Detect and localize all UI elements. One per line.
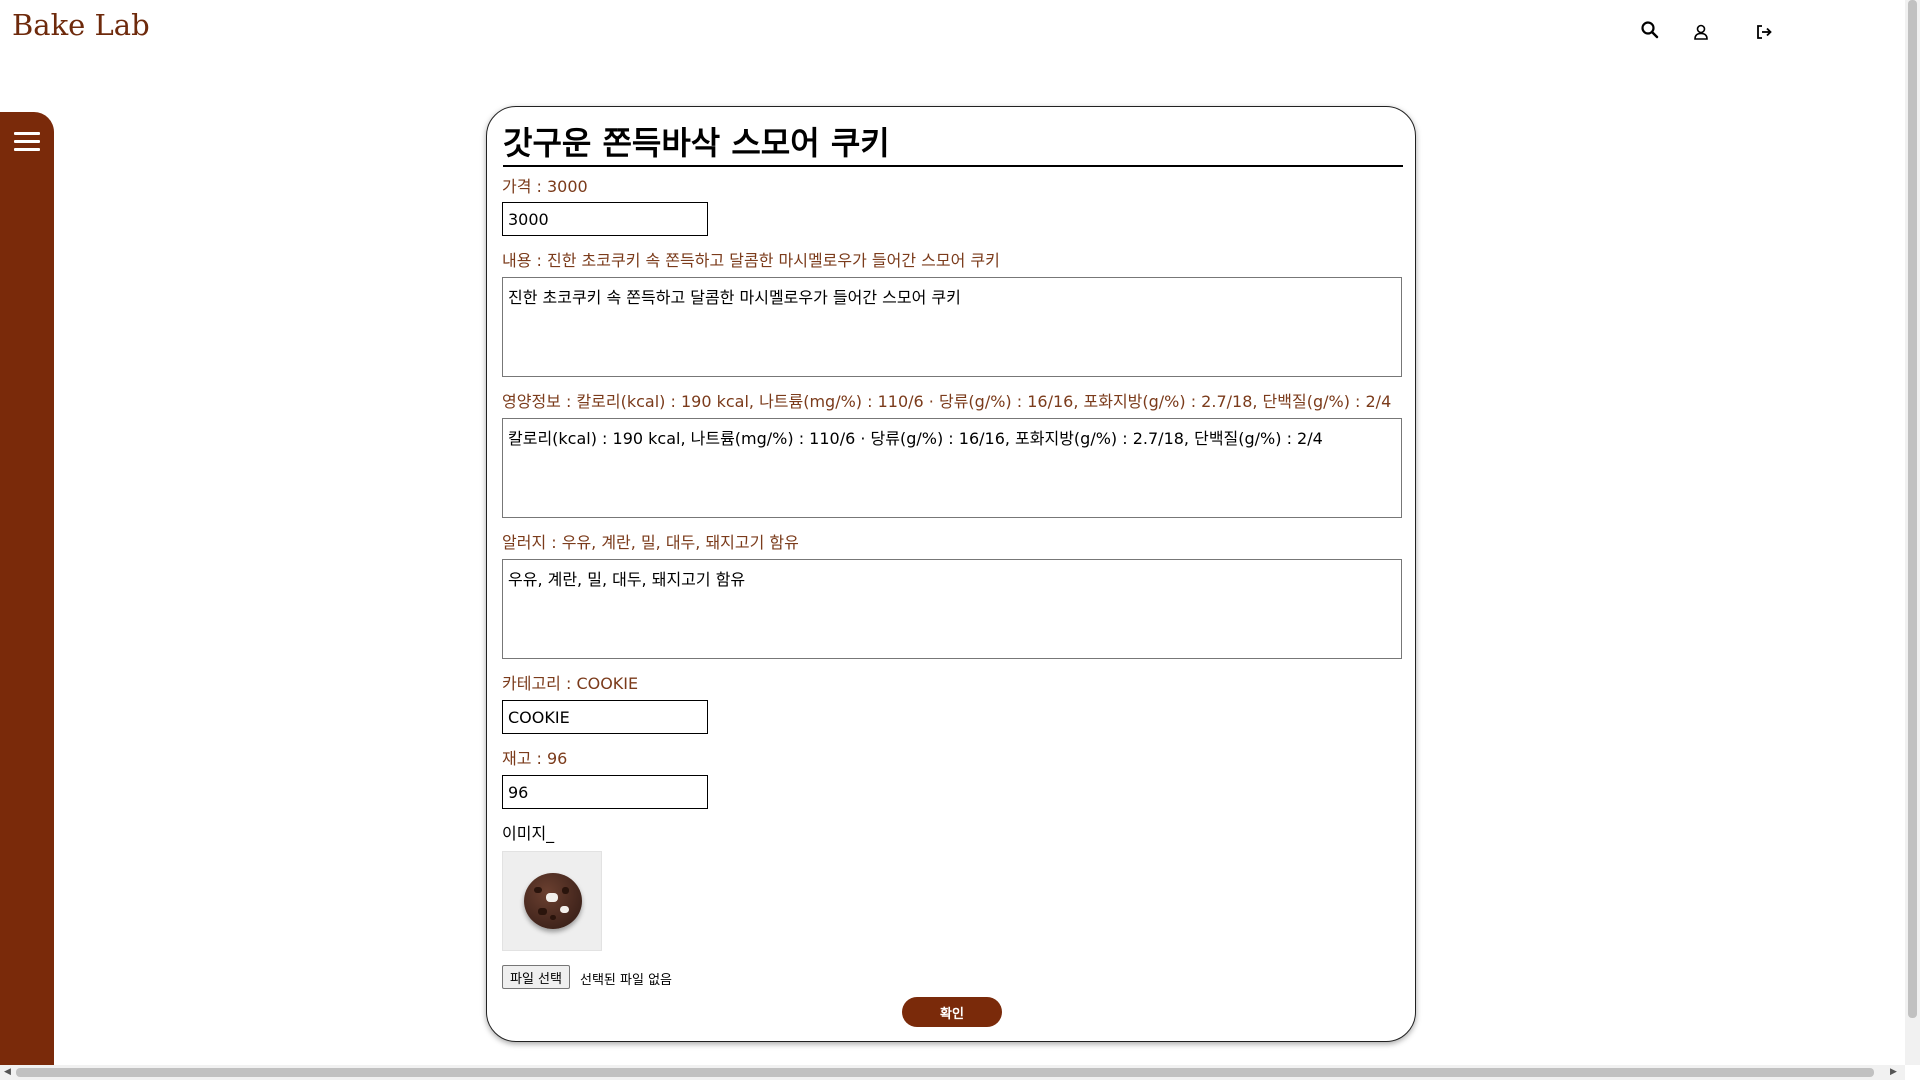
scroll-left-arrow-icon[interactable]: ◀	[4, 1067, 11, 1077]
vertical-scrollbar[interactable]	[1905, 0, 1920, 1065]
content-label: 내용 : 진한 초코쿠키 속 쫀득하고 달콤한 마시멜로우가 들어간 스모어 쿠…	[502, 251, 1000, 270]
file-status-text: 선택된 파일 없음	[580, 973, 672, 988]
allergy-textarea[interactable]: 우유, 계란, 밀, 대두, 돼지고기 함유	[502, 559, 1402, 659]
logout-icon[interactable]	[1750, 18, 1778, 46]
brand-logo[interactable]: Bake Lab	[12, 8, 150, 42]
scroll-right-arrow-icon[interactable]: ▶	[1890, 1067, 1897, 1077]
content-textarea[interactable]: 진한 초코쿠키 속 쫀득하고 달콤한 마시멜로우가 들어간 스모어 쿠키	[502, 277, 1402, 377]
stock-input[interactable]	[502, 775, 708, 809]
allergy-label: 알러지 : 우유, 계란, 밀, 대두, 돼지고기 함유	[502, 533, 799, 552]
sidebar	[0, 112, 54, 1065]
vertical-scrollbar-thumb[interactable]	[1908, 0, 1917, 1018]
stock-label: 재고 : 96	[502, 749, 568, 768]
horizontal-scrollbar[interactable]: ◀ ▶	[0, 1065, 1905, 1080]
price-label: 가격 : 3000	[502, 177, 588, 196]
price-input[interactable]	[502, 202, 708, 236]
nutrition-label: 영양정보 : 칼로리(kcal) : 190 kcal, 나트륨(mg/%) :…	[502, 392, 1392, 411]
image-label: 이미지_	[502, 824, 555, 843]
user-icon[interactable]	[1687, 18, 1715, 46]
hamburger-menu-icon[interactable]	[14, 132, 40, 154]
product-edit-card: 갓구운 쫀득바삭 스모어 쿠키 가격 : 3000 내용 : 진한 초코쿠키 속…	[486, 106, 1416, 1042]
file-select-button[interactable]: 파일 선택	[502, 965, 570, 989]
horizontal-scrollbar-thumb[interactable]	[16, 1068, 1874, 1077]
product-title: 갓구운 쫀득바삭 스모어 쿠키	[503, 123, 1403, 167]
confirm-button[interactable]: 확인	[902, 997, 1002, 1027]
product-image	[502, 851, 602, 951]
category-input[interactable]	[502, 700, 708, 734]
search-icon[interactable]	[1636, 16, 1664, 44]
nutrition-textarea[interactable]: 칼로리(kcal) : 190 kcal, 나트륨(mg/%) : 110/6 …	[502, 418, 1402, 518]
category-label: 카테고리 : COOKIE	[502, 674, 639, 693]
